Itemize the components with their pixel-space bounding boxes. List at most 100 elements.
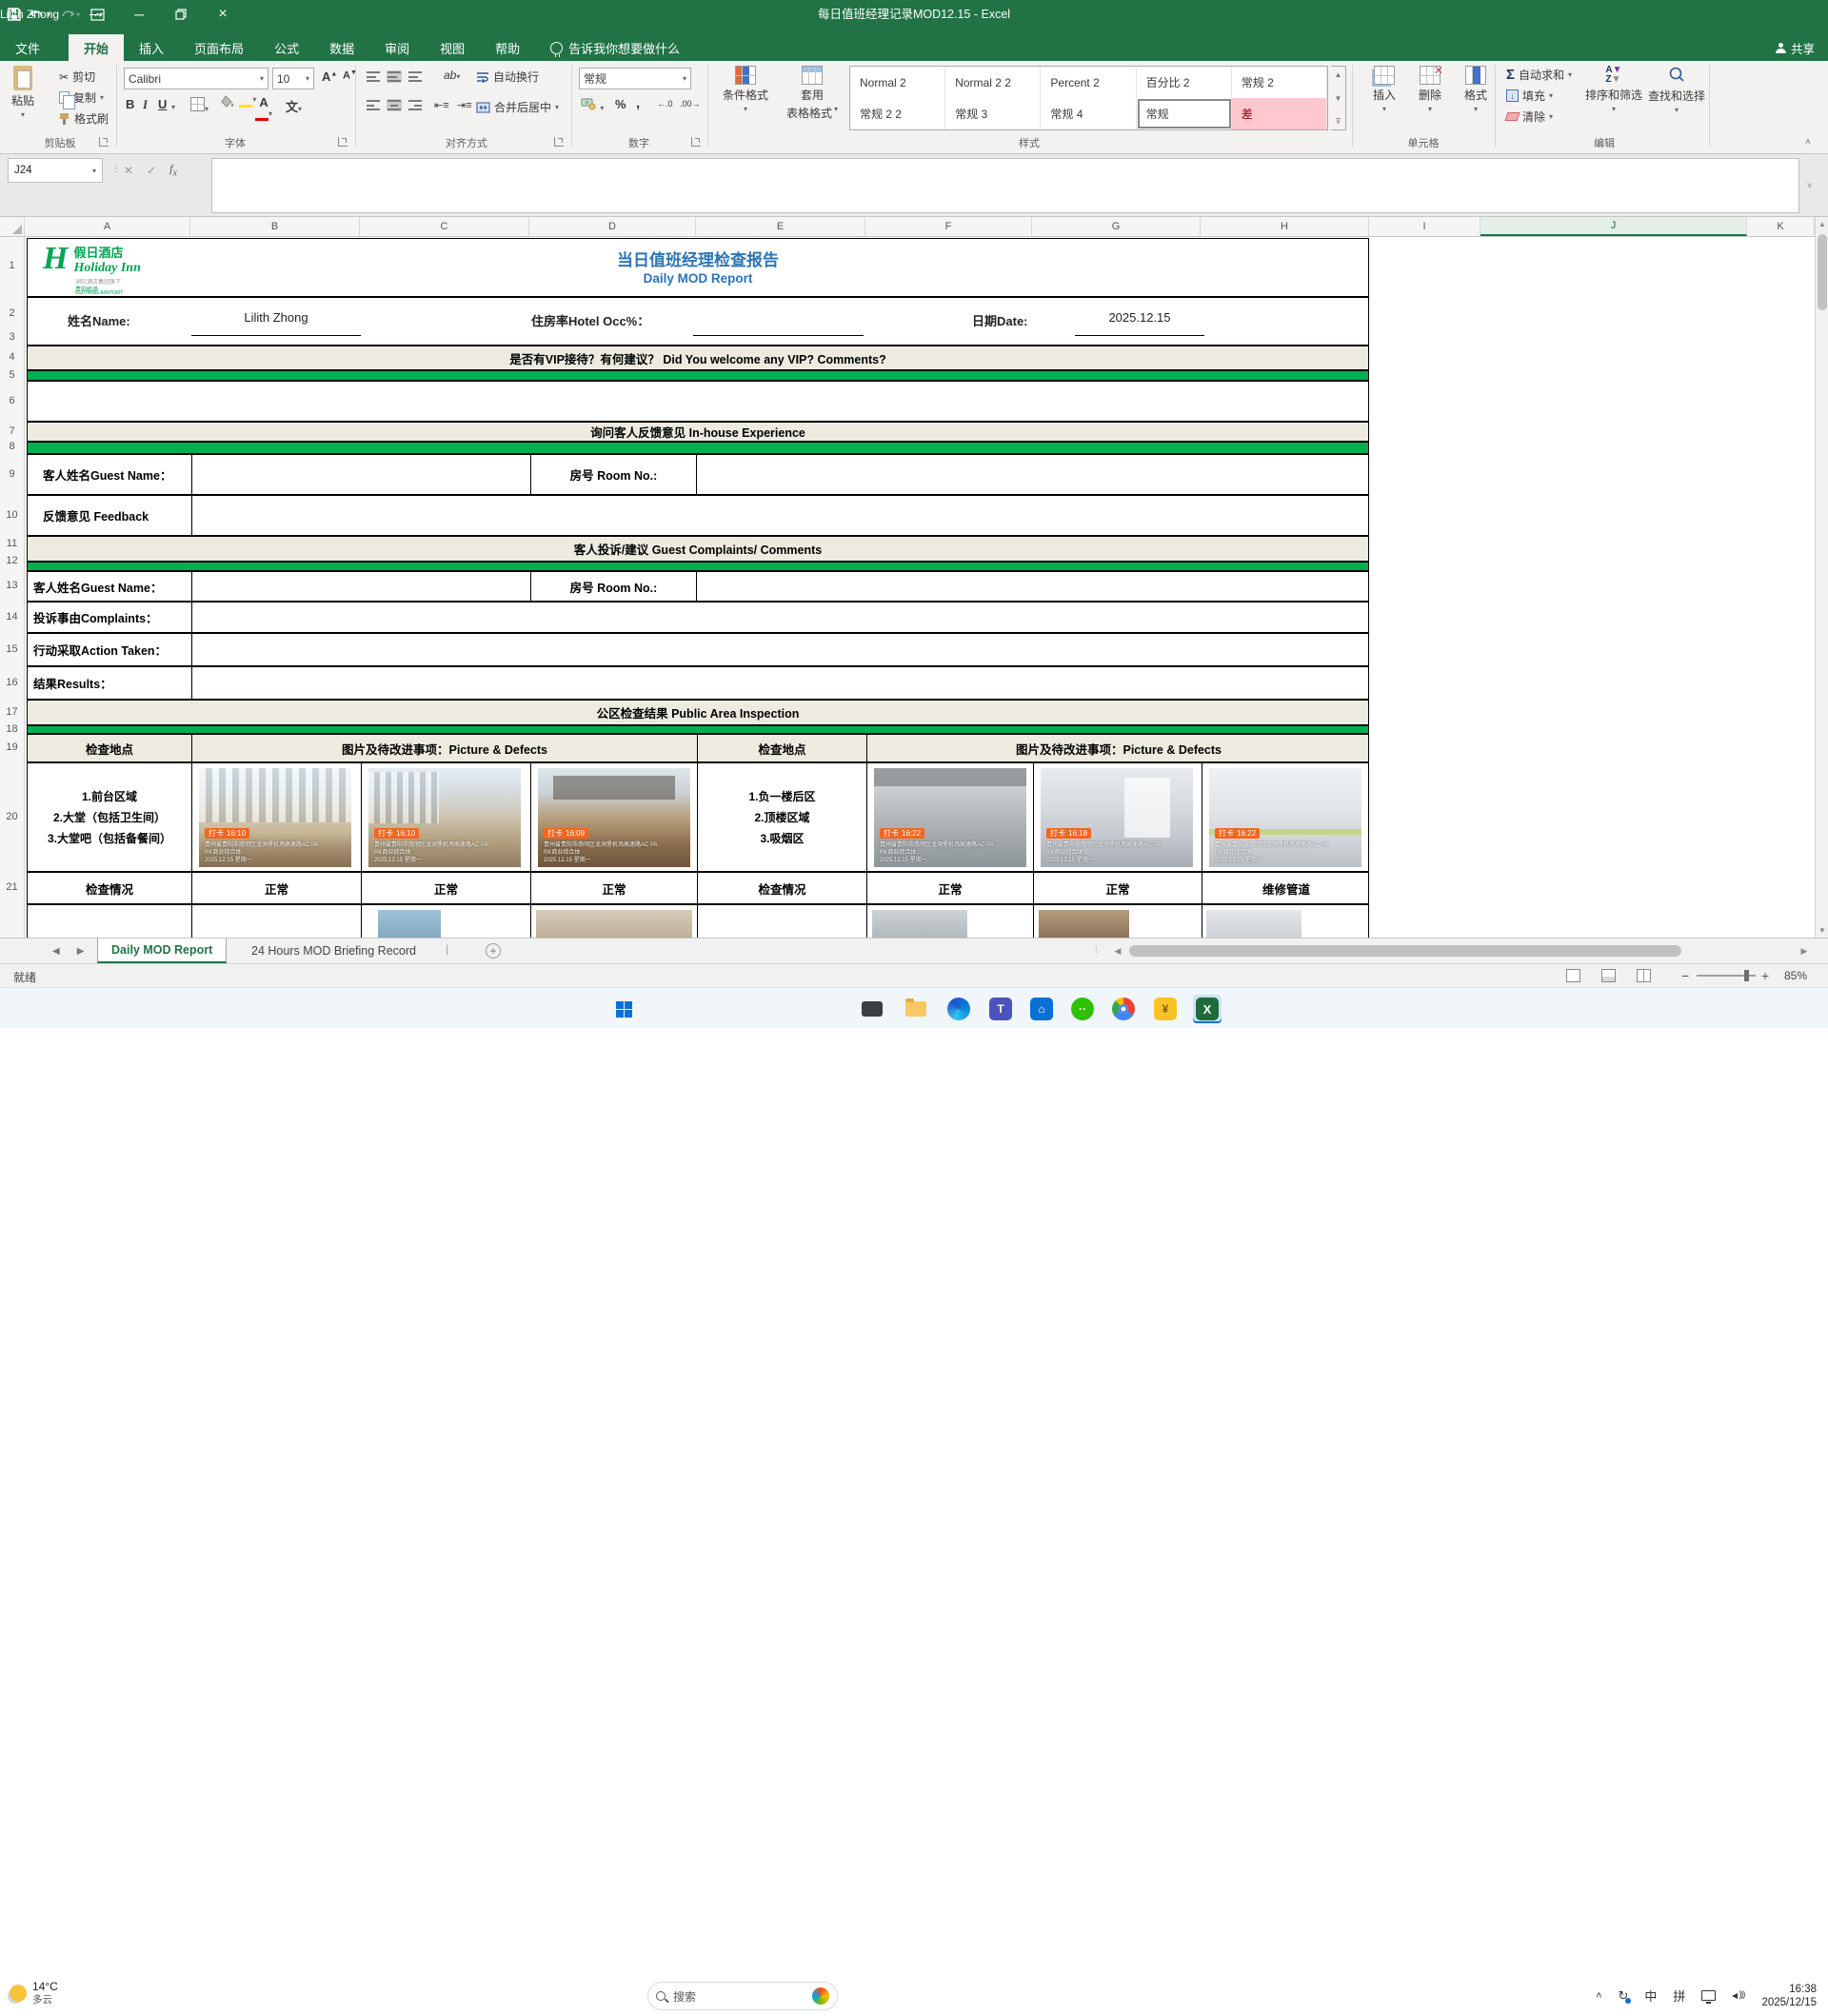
inspection-photo-partial[interactable] <box>1039 910 1129 938</box>
namebox-resize-handle[interactable]: ⋮ <box>110 162 121 174</box>
format-as-table-button[interactable]: 套用 表格格式▾ <box>783 66 842 121</box>
zoom-level[interactable]: 85% <box>1784 969 1807 982</box>
inspection-photo-partial[interactable] <box>378 910 441 938</box>
col-header-f[interactable]: F <box>865 217 1032 236</box>
row-number[interactable]: 12 <box>0 555 24 566</box>
action-input-cell[interactable] <box>191 634 1370 665</box>
row-number[interactable]: 16 <box>0 677 24 688</box>
taskbar-search[interactable]: 搜索 <box>647 1982 838 2010</box>
col-header-g[interactable]: G <box>1032 217 1201 236</box>
alignment-dialog-launcher[interactable] <box>554 137 564 147</box>
share-button[interactable]: 共享 <box>1776 39 1815 57</box>
tray-expand-icon[interactable]: ˄ <box>1596 1990 1601 2002</box>
italic-button[interactable]: I <box>143 97 148 112</box>
taskbar-weather[interactable]: 14°C 多云 <box>10 1980 58 2006</box>
page-break-view-icon[interactable] <box>1637 969 1651 982</box>
style-normal-selected[interactable]: 常规 <box>1137 98 1232 129</box>
date-value[interactable]: 2025.12.15 <box>1075 310 1204 325</box>
horizontal-scroll-thumb[interactable] <box>1129 945 1681 957</box>
borders-button[interactable]: ▾ <box>190 97 209 114</box>
worksheet-area[interactable]: 1 2 3 4 5 6 7 8 9 10 11 12 13 14 15 16 1… <box>0 237 1815 938</box>
col-header-b[interactable]: B <box>190 217 360 236</box>
task-view-icon[interactable] <box>858 995 886 1023</box>
col-header-i[interactable]: I <box>1369 217 1480 236</box>
feedback-input-cell[interactable] <box>191 496 1370 535</box>
network-display-icon[interactable] <box>1701 1990 1716 2001</box>
scroll-up-icon[interactable]: ▲ <box>1816 220 1828 228</box>
customize-qat-button[interactable]: ▾ <box>89 10 103 19</box>
inspection-photo-lobby[interactable]: 打卡16:10 贵州省贵阳市南明区龙洞堡机场高速路AC PARK商业综合体202… <box>368 768 521 867</box>
inspection-photo-front-desk[interactable]: 打卡16:10 贵州省贵阳市南明区龙洞堡机场高速路AC PARK商业综合体202… <box>199 768 351 867</box>
tab-insert[interactable]: 插入 <box>124 34 179 61</box>
row-number[interactable]: 10 <box>0 509 24 521</box>
percent-style-button[interactable]: % <box>615 97 626 111</box>
tell-me-box[interactable]: 告诉我你想要做什么 <box>550 34 680 61</box>
sync-icon[interactable]: ↻ <box>1619 1988 1629 2004</box>
expand-formula-bar-icon[interactable]: ˅ <box>1807 181 1812 190</box>
format-painter-button[interactable]: 格式刷 <box>59 110 109 127</box>
store-icon[interactable]: ⌂ <box>1027 995 1056 1023</box>
row-number[interactable]: 11 <box>0 538 24 549</box>
file-explorer-icon[interactable] <box>902 995 930 1023</box>
start-button[interactable] <box>609 995 638 1023</box>
align-right-icon[interactable] <box>407 99 423 111</box>
chrome-icon[interactable] <box>1109 995 1138 1023</box>
row-number[interactable]: 9 <box>0 468 24 480</box>
copy-button[interactable]: 复制▾ <box>59 89 104 106</box>
zoom-slider-thumb[interactable] <box>1744 970 1749 981</box>
row-number[interactable]: 1 <box>0 260 24 271</box>
status-value[interactable]: 正常 <box>191 873 361 903</box>
speaker-icon[interactable] <box>1732 1990 1745 2002</box>
orientation-button[interactable]: ab▾ <box>444 69 460 82</box>
tab-file[interactable]: 文件 <box>0 34 55 61</box>
find-select-button[interactable]: 查找和选择▾ <box>1645 66 1708 114</box>
tab-scrollbar-splitter[interactable]: ⁞ <box>1095 945 1098 956</box>
gallery-down-icon[interactable]: ▼ <box>1335 94 1342 103</box>
confirm-entry-icon[interactable]: ✓ <box>147 164 156 177</box>
decrease-font-button[interactable]: A▼ <box>343 69 357 82</box>
increase-decimal-button[interactable]: ←.0 <box>657 99 673 109</box>
increase-indent-button[interactable]: ⇥≡ <box>457 99 472 111</box>
align-top-icon[interactable] <box>366 70 381 83</box>
style-percent2-cn[interactable]: 百分比 2 <box>1137 67 1232 98</box>
tab-view[interactable]: 视图 <box>425 34 480 61</box>
col-header-c[interactable]: C <box>360 217 529 236</box>
row-number[interactable]: 4 <box>0 351 24 363</box>
hscroll-right-icon[interactable]: ▶ <box>1796 943 1813 959</box>
underline-button[interactable]: U <box>158 97 167 111</box>
row-number[interactable]: 20 <box>0 811 24 822</box>
status-value[interactable]: 维修管道 <box>1202 873 1370 903</box>
page-layout-view-icon[interactable] <box>1601 969 1616 982</box>
align-bottom-icon[interactable] <box>407 70 423 83</box>
normal-view-icon[interactable] <box>1566 969 1580 982</box>
taskbar-clock[interactable]: 16:38 2025/12/15 <box>1761 1983 1817 2009</box>
bold-button[interactable]: B <box>126 97 134 111</box>
ime-mode-indicator[interactable]: 拼 <box>1673 1986 1685 2005</box>
status-value[interactable]: 正常 <box>361 873 530 903</box>
sort-filter-button[interactable]: A▼Z▼ 排序和筛选▾ <box>1582 66 1645 113</box>
clear-button[interactable]: 清除▾ <box>1506 109 1553 125</box>
decrease-decimal-button[interactable]: .00→ <box>680 99 701 109</box>
decrease-indent-button[interactable]: ⇤≡ <box>434 99 449 111</box>
col-header-a[interactable]: A <box>25 217 190 236</box>
format-cells-button[interactable]: 格式▾ <box>1455 66 1497 113</box>
styles-gallery-scroll[interactable]: ▲▼⊽ <box>1331 66 1346 130</box>
number-dialog-launcher[interactable] <box>691 137 701 147</box>
tab-formulas[interactable]: 公式 <box>259 34 314 61</box>
undo-button[interactable]: ▾ <box>30 9 50 21</box>
style-normal4-cn[interactable]: 常规 4 <box>1041 98 1136 129</box>
next-sheet-icon[interactable]: ▶ <box>77 946 85 957</box>
wrap-text-button[interactable]: 自动换行 <box>476 69 539 85</box>
conditional-formatting-button[interactable]: 条件格式▾ <box>716 66 775 113</box>
row-number[interactable]: 17 <box>0 706 24 718</box>
align-center-icon[interactable] <box>387 99 402 111</box>
ime-language-indicator[interactable]: 中 <box>1644 1986 1657 2005</box>
row-number[interactable]: 5 <box>0 369 24 381</box>
finance-app-icon[interactable]: ¥ <box>1151 995 1180 1023</box>
row-number[interactable]: 3 <box>0 331 24 343</box>
vip-answer-cell[interactable] <box>27 381 1369 422</box>
merge-center-button[interactable]: 合并后居中▾ <box>476 99 559 115</box>
style-bad[interactable]: 差 <box>1232 98 1327 129</box>
currency-button[interactable]: ▾ <box>581 97 604 113</box>
row-number[interactable]: 6 <box>0 395 24 406</box>
